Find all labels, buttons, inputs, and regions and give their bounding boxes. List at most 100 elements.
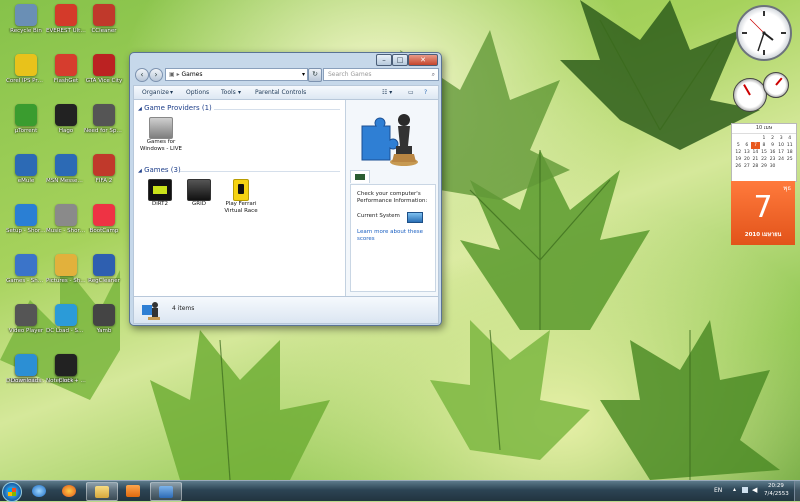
game-item-ferrari-virtual-race[interactable]: Play Ferrari Virtual Race [219,179,263,215]
desktop-icon[interactable]: Corel IPS Professional [6,54,46,85]
search-input[interactable]: Search Games ⌕ [323,68,439,81]
desktop-icon[interactable]: EVEREST Ultimate [46,4,86,35]
parental-controls-button[interactable]: Parental Controls [255,86,306,99]
tray-arrow-icon[interactable]: ▴ [733,486,736,493]
calendar-date[interactable]: 28 [751,163,760,170]
taskbar-firefox-button[interactable] [56,482,82,499]
calendar-gadget[interactable]: 10 เมษ 1 2 3 4 5 6 7 8 9 10 11 12 13 14 15 16 17 18 19 20 21… [731,123,797,245]
close-button[interactable]: ✕ [408,54,438,66]
desktop-icon[interactable]: MSN Messenger - Shortcut [46,154,86,185]
views-icon[interactable]: ☷ ▾ [382,86,392,99]
calendar-date[interactable]: 10 [777,142,786,149]
desktop-icon[interactable]: DC Load - Shortcut [46,304,86,335]
help-icon[interactable]: ? [424,86,427,99]
calendar-date[interactable]: 4 [785,135,794,142]
calendar-date[interactable]: 5 [734,142,743,149]
calendar-date[interactable]: 12 [734,149,743,156]
desktop-icon[interactable]: Need for Speed Most Wanted [84,104,124,135]
taskbar-media-player-button[interactable] [120,482,146,499]
calendar-date[interactable]: 18 [785,149,794,156]
calendar-date[interactable]: 30 [768,163,777,170]
desktop-icon[interactable]: Games - Shortcut [6,254,46,285]
calendar-date[interactable]: 16 [768,149,777,156]
address-bar[interactable]: ▣ ▸ Games ▾ [165,68,308,81]
calendar-date[interactable]: 8 [760,142,769,149]
game-item-dirt2[interactable]: DiRT2 [138,179,182,208]
desktop-icon[interactable]: Downloads [6,354,46,385]
calendar-date[interactable]: 24 [777,156,786,163]
start-button[interactable] [2,482,22,502]
network-icon[interactable] [742,487,748,493]
clock-gadget[interactable] [736,5,792,61]
language-indicator[interactable]: EN [714,487,722,494]
taskbar-explorer-button[interactable] [86,482,118,501]
desktop-icon[interactable]: Recycle Bin [6,4,46,35]
calendar-date[interactable]: 2 [768,135,777,142]
desktop-icon[interactable]: RegCleaner [84,254,124,285]
taskbar-games-button[interactable] [150,482,182,501]
calendar-date[interactable]: 21 [751,156,760,163]
maximize-button[interactable]: □ [392,54,408,66]
games-explorer-window[interactable]: – □ ✕ ‹ › ▣ ▸ Games ▾ ↻ Search Games ⌕ O… [129,52,442,326]
desktop-icon[interactable]: GTA Vice City [84,54,124,85]
taskbar-ie-button[interactable] [26,482,52,499]
calendar-date[interactable]: 11 [785,142,794,149]
desktop-icon[interactable]: FlashGet [46,54,86,85]
clock-date[interactable]: 7/4/2553 [764,491,789,497]
calendar-date[interactable]: 20 [743,156,752,163]
calendar-date[interactable]: 1 [760,135,769,142]
preview-pane-icon[interactable]: ▭ [408,86,414,99]
game-item-games-for-windows-live[interactable]: Games for Windows - LIVE [139,117,183,153]
desktop-icon[interactable]: Clock [46,354,86,385]
calendar-date[interactable]: 26 [734,163,743,170]
calendar-date[interactable]: 23 [768,156,777,163]
calendar-date[interactable]: 7 [751,142,760,149]
learn-more-link[interactable]: Learn more about these scores [357,229,429,243]
clock-time[interactable]: 20:29 [768,483,784,489]
desktop-icon[interactable]: Pictures - Shortcut [46,254,86,285]
show-desktop-button[interactable] [794,481,800,501]
calendar-date[interactable]: 15 [760,149,769,156]
calendar-date[interactable]: 14 [751,149,760,156]
calendar-date[interactable]: 19 [734,156,743,163]
minimize-button[interactable]: – [376,54,392,66]
desktop-icon[interactable]: CCleaner [84,4,124,35]
tools-menu[interactable]: Tools [221,86,236,99]
calendar-date[interactable]: 22 [760,156,769,163]
desktop-icon[interactable]: Yamb [84,304,124,335]
desktop-icon[interactable]: BootCamp [84,204,124,235]
performance-icon [355,174,365,180]
fifa-icon [93,154,115,176]
calendar-date[interactable]: 3 [777,135,786,142]
calendar-date[interactable]: 27 [743,163,752,170]
options-menu[interactable]: Options [186,86,209,99]
calendar-date[interactable]: 29 [760,163,769,170]
desktop-icon[interactable]: eMule [6,154,46,185]
desktop-icon[interactable]: µTorrent [6,104,46,135]
organize-menu[interactable]: Organize [142,86,169,99]
desktop: Recycle Bin EVEREST Ultimate CCleaner Corel… [0,0,800,480]
calendar-date[interactable]: 17 [777,149,786,156]
desktop-icon[interactable]: Hago [46,104,86,135]
desktop-icon[interactable]: FIFA 2 [84,154,124,185]
forward-button[interactable]: › [149,68,163,82]
calendar-date[interactable]: 9 [768,142,777,149]
cpu-meter-gadget[interactable] [731,72,791,114]
calendar-date[interactable]: 6 [743,142,752,149]
title-bar[interactable]: – □ ✕ [130,53,441,67]
search-icon[interactable]: ⌕ [432,69,435,80]
group-header-games[interactable]: ◢ Games (3) [138,166,181,174]
volume-icon[interactable]: ◀ [752,486,757,494]
desktop-icon[interactable]: Setup - Shortcut [6,204,46,235]
game-item-grid[interactable]: GRID [177,179,221,208]
perf-tab[interactable] [350,170,370,183]
desktop-icon[interactable]: Music - Shortcut [46,204,86,235]
desktop-icon[interactable]: Video Player [6,304,46,335]
desktop-icon-label: DC Load - Shortcut [46,328,86,334]
back-button[interactable]: ‹ [135,68,149,82]
group-header-providers[interactable]: ◢ Game Providers (1) [138,104,212,112]
calendar-date[interactable]: 25 [785,156,794,163]
calendar-date[interactable]: 13 [743,149,752,156]
refresh-button[interactable]: ↻ [308,68,322,82]
dropdown-arrow-icon[interactable]: ▾ [302,69,305,80]
